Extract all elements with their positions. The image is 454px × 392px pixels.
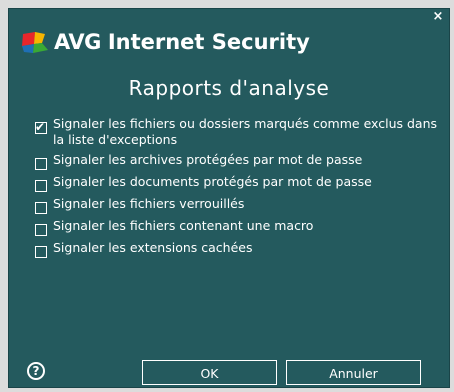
- cancel-button[interactable]: Annuler: [286, 360, 421, 385]
- options-list: ✔ Signaler les fichiers ou dossiers marq…: [35, 112, 441, 258]
- brand-header: AVG Internet Security: [21, 27, 310, 57]
- option-report-macro-files[interactable]: Signaler les fichiers contenant une macr…: [35, 214, 441, 236]
- checkbox-report-hidden-extensions[interactable]: [35, 246, 47, 258]
- checkbox-report-password-documents[interactable]: [35, 180, 47, 192]
- checkbox-report-locked-files[interactable]: [35, 202, 47, 214]
- dialog-title: Rapports d'analyse: [128, 76, 330, 100]
- help-icon[interactable]: ?: [27, 362, 45, 380]
- option-label: Signaler les archives protégées par mot …: [53, 152, 363, 167]
- checkmark-icon: ✔: [35, 120, 46, 134]
- dialog-window: × AVG Internet Security Rapports d'analy…: [8, 8, 450, 388]
- option-label: Signaler les fichiers verrouillés: [53, 196, 245, 211]
- ok-button[interactable]: OK: [142, 360, 277, 385]
- avg-logo-icon: [22, 32, 48, 53]
- option-label: Signaler les fichiers contenant une macr…: [53, 218, 314, 233]
- checkbox-report-password-archives[interactable]: [35, 158, 47, 170]
- option-report-locked-files[interactable]: Signaler les fichiers verrouillés: [35, 192, 441, 214]
- option-report-password-documents[interactable]: Signaler les documents protégés par mot …: [35, 170, 441, 192]
- option-report-hidden-extensions[interactable]: Signaler les extensions cachées: [35, 236, 441, 258]
- option-report-password-archives[interactable]: Signaler les archives protégées par mot …: [35, 148, 441, 170]
- option-label: Signaler les fichiers ou dossiers marqué…: [53, 116, 438, 147]
- checkbox-report-excluded[interactable]: ✔: [35, 120, 47, 134]
- option-label: Signaler les documents protégés par mot …: [53, 174, 372, 189]
- option-label: Signaler les extensions cachées: [53, 240, 253, 255]
- option-report-excluded[interactable]: ✔ Signaler les fichiers ou dossiers marq…: [35, 112, 441, 148]
- checkbox-report-macro-files[interactable]: [35, 224, 47, 236]
- brand-product-text: Internet Security: [107, 30, 310, 54]
- brand-avg-text: AVG: [54, 30, 101, 54]
- close-icon[interactable]: ×: [431, 10, 445, 24]
